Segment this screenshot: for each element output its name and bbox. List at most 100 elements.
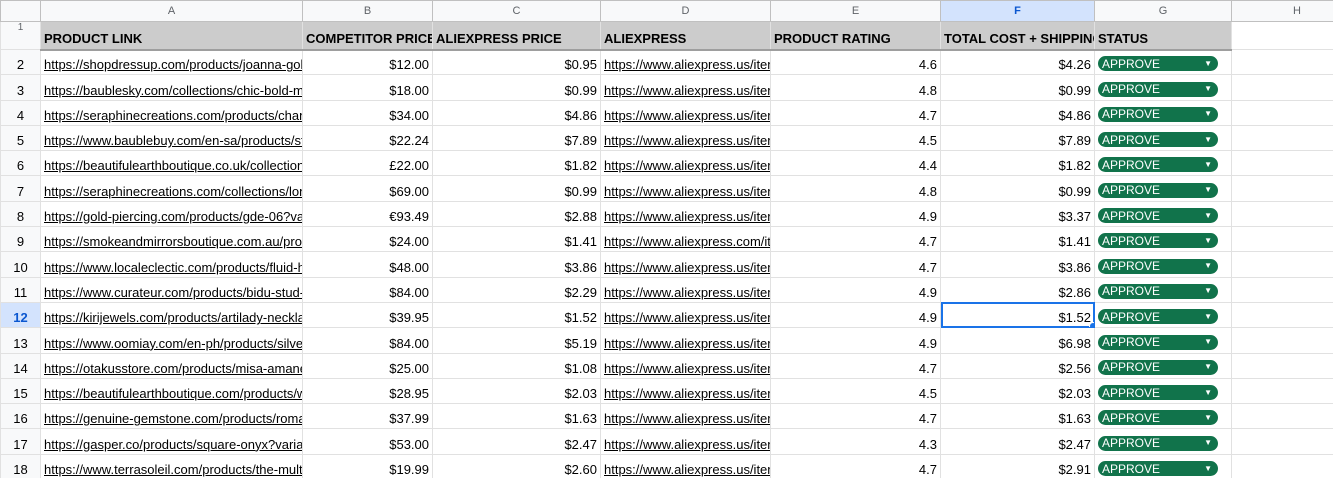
row-number[interactable]: 17 — [0, 428, 41, 455]
status-dropdown-chip[interactable]: APPROVE ▼ — [1098, 283, 1218, 299]
total-cost-cell[interactable]: $2.56 — [940, 352, 1095, 379]
column-header-g[interactable]: G — [1094, 0, 1232, 22]
status-dropdown-chip[interactable]: APPROVE ▼ — [1098, 208, 1218, 224]
column-header-c[interactable]: C — [432, 0, 601, 22]
status-cell[interactable]: APPROVE ▼ — [1094, 175, 1232, 202]
aliexpress-price-cell[interactable]: $1.41 — [432, 226, 601, 253]
empty-cell[interactable] — [1231, 150, 1333, 177]
aliexpress-link-cell[interactable]: https://www.aliexpress.us/item/1 — [600, 276, 771, 303]
empty-cell[interactable] — [1231, 21, 1333, 50]
column-header-f[interactable]: F — [940, 0, 1095, 22]
column-header-h[interactable]: H — [1231, 0, 1333, 22]
aliexpress-price-cell[interactable]: $4.86 — [432, 99, 601, 126]
product-link-cell[interactable]: https://shopdressup.com/products/joanna-… — [40, 48, 303, 76]
competitor-price-cell[interactable]: $24.00 — [302, 226, 433, 253]
empty-cell[interactable] — [1231, 327, 1333, 354]
total-cost-cell[interactable]: $4.86 — [940, 99, 1095, 126]
header-aliexpress-price[interactable]: ALIEXPRESS PRICE — [432, 21, 601, 51]
competitor-price-cell[interactable]: $53.00 — [302, 428, 433, 455]
status-cell[interactable]: APPROVE ▼ — [1094, 74, 1232, 101]
product-link-cell[interactable]: https://smokeandmirrorsboutique.com.au/p… — [40, 226, 303, 253]
aliexpress-price-cell[interactable]: $7.89 — [432, 124, 601, 152]
aliexpress-link-cell[interactable]: https://www.aliexpress.us/item/3 — [600, 403, 771, 430]
column-header-a[interactable]: A — [40, 0, 303, 22]
aliexpress-link-cell[interactable]: https://www.aliexpress.us/item/3 — [600, 352, 771, 379]
total-cost-cell[interactable]: $7.89 — [940, 124, 1095, 152]
product-rating-cell[interactable]: 4.7 — [770, 403, 941, 430]
row-number[interactable]: 8 — [0, 200, 41, 228]
empty-cell[interactable] — [1231, 428, 1333, 455]
aliexpress-link-cell[interactable]: https://www.aliexpress.us/item/1 — [600, 453, 771, 478]
status-dropdown-chip[interactable]: APPROVE ▼ — [1098, 157, 1218, 173]
product-link-cell[interactable]: https://gasper.co/products/square-onyx?v… — [40, 428, 303, 455]
aliexpress-link-cell[interactable]: https://www.aliexpress.us/item/3 — [600, 150, 771, 177]
header-product-link[interactable]: PRODUCT LINK — [40, 21, 303, 51]
total-cost-cell[interactable]: $4.26 — [940, 48, 1095, 76]
product-link-cell[interactable]: https://www.baublebuy.com/en-sa/products… — [40, 124, 303, 152]
status-dropdown-chip[interactable]: APPROVE ▼ — [1098, 410, 1218, 426]
product-link-cell[interactable]: https://www.localeclectic.com/products/f… — [40, 251, 303, 278]
product-link-cell[interactable]: https://otakusstore.com/products/misa-am… — [40, 352, 303, 379]
aliexpress-price-cell[interactable]: $1.82 — [432, 150, 601, 177]
status-cell[interactable]: APPROVE ▼ — [1094, 226, 1232, 253]
row-number[interactable]: 1 — [0, 21, 41, 50]
empty-cell[interactable] — [1231, 352, 1333, 379]
total-cost-cell[interactable]: $0.99 — [940, 175, 1095, 202]
competitor-price-cell[interactable]: €93.49 — [302, 200, 433, 228]
competitor-price-cell[interactable]: $28.95 — [302, 377, 433, 405]
product-link-cell[interactable]: https://seraphinecreations.com/products/… — [40, 99, 303, 126]
product-rating-cell[interactable]: 4.3 — [770, 428, 941, 455]
total-cost-cell[interactable]: $1.63 — [940, 403, 1095, 430]
competitor-price-cell[interactable]: $39.95 — [302, 301, 433, 329]
header-product-rating[interactable]: PRODUCT RATING — [770, 21, 941, 51]
row-number[interactable]: 18 — [0, 453, 41, 478]
product-rating-cell[interactable]: 4.9 — [770, 200, 941, 228]
total-cost-cell[interactable]: $6.98 — [940, 327, 1095, 354]
status-cell[interactable]: APPROVE ▼ — [1094, 403, 1232, 430]
total-cost-cell[interactable]: $2.03 — [940, 377, 1095, 405]
product-link-cell[interactable]: https://beautifulearthboutique.com/produ… — [40, 377, 303, 405]
row-number[interactable]: 6 — [0, 150, 41, 177]
aliexpress-link-cell[interactable]: https://www.aliexpress.us/item/3 — [600, 99, 771, 126]
aliexpress-link-cell[interactable]: https://www.aliexpress.us/item/1 — [600, 200, 771, 228]
aliexpress-price-cell[interactable]: $0.95 — [432, 48, 601, 76]
header-total-cost[interactable]: TOTAL COST + SHIPPING — [940, 21, 1095, 51]
empty-cell[interactable] — [1231, 226, 1333, 253]
empty-cell[interactable] — [1231, 377, 1333, 405]
competitor-price-cell[interactable]: $25.00 — [302, 352, 433, 379]
status-cell[interactable]: APPROVE ▼ — [1094, 453, 1232, 478]
fill-handle[interactable] — [1089, 322, 1094, 327]
row-number[interactable]: 5 — [0, 124, 41, 152]
product-link-cell[interactable]: https://www.curateur.com/products/bidu-s… — [40, 276, 303, 303]
competitor-price-cell[interactable]: $34.00 — [302, 99, 433, 126]
competitor-price-cell[interactable]: $12.00 — [302, 48, 433, 76]
product-rating-cell[interactable]: 4.8 — [770, 74, 941, 101]
header-status[interactable]: STATUS — [1094, 21, 1232, 51]
status-cell[interactable]: APPROVE ▼ — [1094, 428, 1232, 455]
aliexpress-link-cell[interactable]: https://www.aliexpress.us/item/3 — [600, 377, 771, 405]
product-rating-cell[interactable]: 4.9 — [770, 276, 941, 303]
status-dropdown-chip[interactable]: APPROVE ▼ — [1098, 182, 1218, 198]
empty-cell[interactable] — [1231, 453, 1333, 478]
product-rating-cell[interactable]: 4.9 — [770, 327, 941, 354]
status-cell[interactable]: APPROVE ▼ — [1094, 377, 1232, 405]
status-dropdown-chip[interactable]: APPROVE ▼ — [1098, 233, 1218, 249]
product-link-cell[interactable]: https://genuine-gemstone.com/products/ro… — [40, 403, 303, 430]
aliexpress-link-cell[interactable]: https://www.aliexpress.us/item/3 — [600, 327, 771, 354]
status-dropdown-chip[interactable]: APPROVE ▼ — [1098, 258, 1218, 274]
status-dropdown-chip[interactable]: APPROVE ▼ — [1098, 132, 1218, 148]
row-number[interactable]: 4 — [0, 99, 41, 126]
empty-cell[interactable] — [1231, 124, 1333, 152]
aliexpress-price-cell[interactable]: $1.52 — [432, 301, 601, 329]
empty-cell[interactable] — [1231, 251, 1333, 278]
empty-cell[interactable] — [1231, 403, 1333, 430]
aliexpress-price-cell[interactable]: $2.29 — [432, 276, 601, 303]
product-rating-cell[interactable]: 4.5 — [770, 377, 941, 405]
spreadsheet-grid[interactable]: A B C D E F G H 1 PRODUCT LINK COMPETITO… — [0, 0, 1333, 478]
status-dropdown-chip[interactable]: APPROVE ▼ — [1098, 56, 1218, 72]
product-rating-cell[interactable]: 4.7 — [770, 453, 941, 478]
column-header-d[interactable]: D — [600, 0, 771, 22]
status-cell[interactable]: APPROVE ▼ — [1094, 99, 1232, 126]
product-link-cell[interactable]: https://baublesky.com/collections/chic-b… — [40, 74, 303, 101]
row-number[interactable]: 7 — [0, 175, 41, 202]
